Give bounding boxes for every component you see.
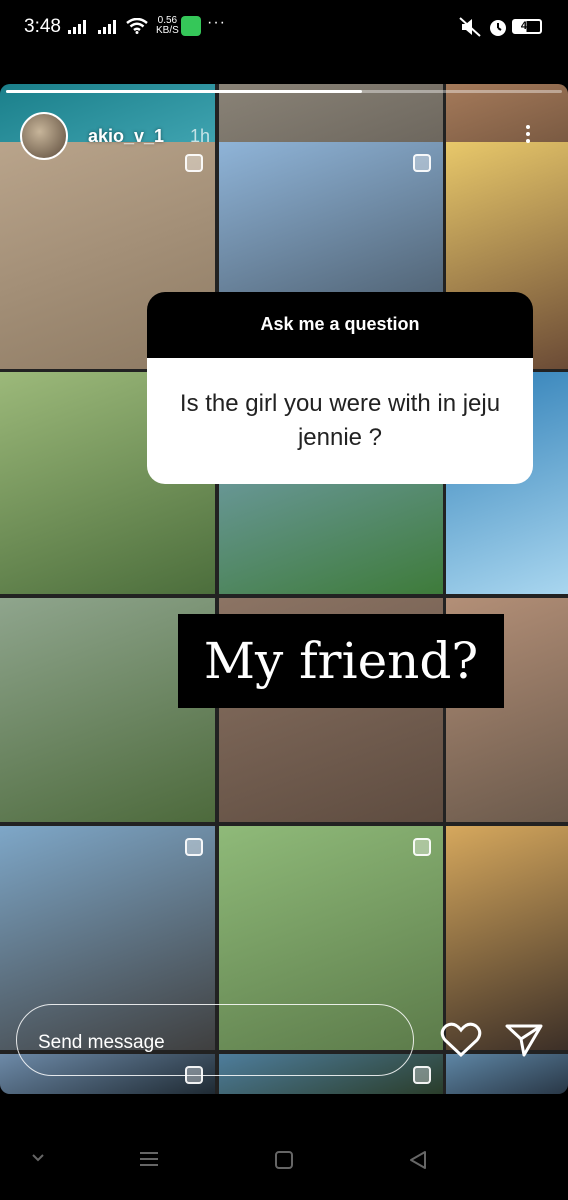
question-sticker-title[interactable]: Ask me a question <box>147 292 533 358</box>
avatar[interactable] <box>20 112 68 160</box>
heart-icon[interactable] <box>440 1022 482 1058</box>
status-time: 3:48 <box>24 16 61 37</box>
alarm-icon <box>490 20 506 36</box>
select-checkbox-icon <box>185 838 203 856</box>
story-progress-bar <box>6 90 562 93</box>
menu-icon[interactable] <box>138 1150 160 1168</box>
more-options-icon[interactable] <box>526 122 532 148</box>
select-checkbox-icon <box>413 154 431 172</box>
photo-tile <box>446 1054 568 1094</box>
question-sticker-text[interactable]: Is the girl you were with in jeju jennie… <box>147 358 533 484</box>
chevron-down-icon[interactable] <box>30 1150 46 1166</box>
wifi-icon <box>126 18 148 34</box>
app-notification-icon <box>181 16 201 36</box>
back-triangle-icon[interactable] <box>408 1150 428 1170</box>
home-square-icon[interactable] <box>274 1150 294 1170</box>
send-message-placeholder: Send message <box>38 1032 165 1053</box>
battery-icon: 48 <box>512 19 542 34</box>
select-checkbox-icon <box>413 1066 431 1084</box>
network-speed-unit: KB/S <box>156 25 179 36</box>
network-speed: 0.56 KB/S <box>156 16 179 36</box>
story-card[interactable] <box>0 84 568 1094</box>
photo-grid <box>0 84 568 1094</box>
username[interactable]: akio_v_1 <box>88 126 164 147</box>
story-progress-fill <box>6 90 362 93</box>
more-notifications-icon: ··· <box>207 14 226 31</box>
signal-icon <box>98 20 116 34</box>
photo-tile <box>446 826 568 1050</box>
select-checkbox-icon <box>413 838 431 856</box>
signal-icon <box>68 20 86 34</box>
answer-text: My friend? <box>178 614 504 708</box>
story-time: 1h <box>190 126 211 146</box>
paper-plane-icon[interactable] <box>504 1022 544 1058</box>
mute-icon <box>459 17 481 37</box>
select-checkbox-icon <box>185 154 203 172</box>
